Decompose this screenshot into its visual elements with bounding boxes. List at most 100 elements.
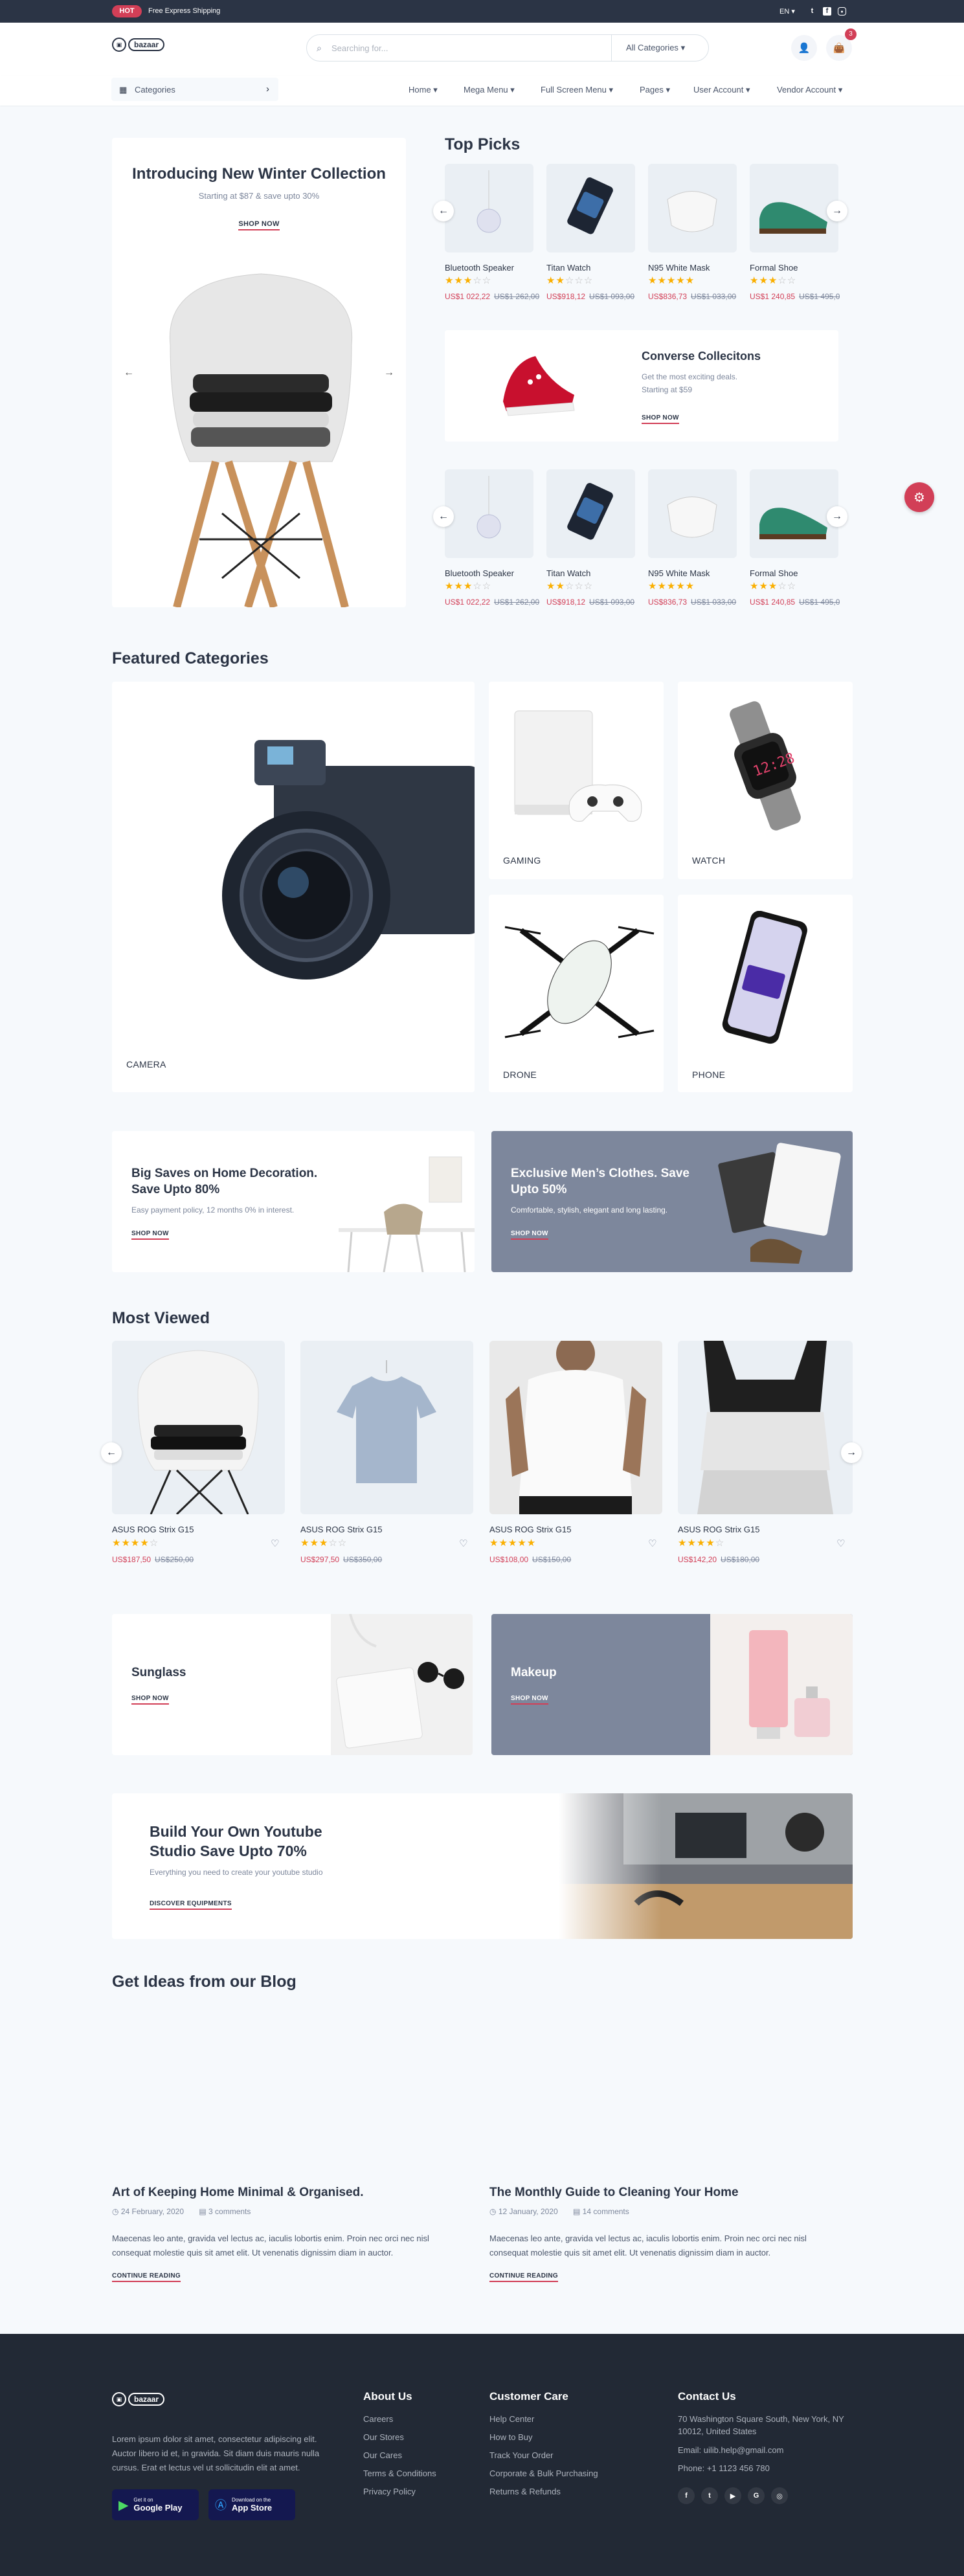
nav-user-account[interactable]: User Account ▾ [693, 85, 750, 95]
product-image[interactable] [750, 164, 838, 252]
footer-link[interactable]: Corporate & Bulk Purchasing [489, 2469, 598, 2478]
product-image[interactable] [112, 1341, 285, 1514]
category-gaming[interactable]: GAMING [489, 682, 664, 879]
footer-link[interactable]: Privacy Policy [363, 2487, 416, 2496]
footer-link[interactable]: Terms & Conditions [363, 2469, 436, 2478]
blog-post-meta: ◷ 12 January, 2020 ▤ 14 comments [489, 2207, 629, 2216]
product-image[interactable] [750, 469, 838, 558]
blog-post-title[interactable]: Art of Keeping Home Minimal & Organised. [112, 2186, 364, 2200]
category-drone[interactable]: DRONE [489, 895, 664, 1092]
facebook-icon[interactable]: f [678, 2487, 695, 2504]
footer-link[interactable]: Our Stores [363, 2432, 404, 2442]
rating-stars: ★★☆☆☆ [546, 581, 594, 592]
top-picks-prev-arrow[interactable]: ← [433, 201, 454, 221]
product-name[interactable]: ASUS ROG Strix G15 [678, 1525, 759, 1534]
nav-full-screen-menu[interactable]: Full Screen Menu ▾ [541, 85, 613, 95]
product-name[interactable]: N95 White Mask [648, 568, 710, 578]
instagram-icon[interactable]: ◎ [771, 2487, 788, 2504]
heart-icon[interactable]: ♡ [836, 1538, 845, 1549]
heart-icon[interactable]: ♡ [459, 1538, 467, 1549]
makeup-shop-now[interactable]: SHOP NOW [511, 1692, 548, 1705]
category-camera[interactable]: CAMERA [112, 682, 475, 1092]
category-watch[interactable]: 12:28 WATCH [678, 682, 853, 879]
price-old: US$1 093,00 [589, 598, 635, 607]
product-name[interactable]: ASUS ROG Strix G15 [300, 1525, 382, 1534]
converse-shop-now[interactable]: SHOP NOW [642, 411, 679, 424]
top-picks-title: Top Picks [445, 135, 521, 153]
product-name[interactable]: N95 White Mask [648, 263, 710, 273]
product-image[interactable] [445, 164, 533, 252]
product-image[interactable] [648, 164, 737, 252]
product-image[interactable] [489, 1341, 662, 1514]
continue-reading-link[interactable]: CONTINUE READING [112, 2269, 181, 2282]
hero-prev-arrow[interactable]: ← [124, 367, 134, 379]
home-decoration-shop-now[interactable]: SHOP NOW [131, 1227, 169, 1240]
google-icon[interactable]: G [748, 2487, 765, 2504]
mens-clothes-shop-now-label: SHOP NOW [511, 1230, 548, 1240]
most-viewed-next-arrow[interactable]: → [841, 1442, 862, 1463]
continue-reading-link[interactable]: CONTINUE READING [489, 2269, 558, 2282]
nav-vendor-account[interactable]: Vendor Account ▾ [777, 85, 842, 95]
hero-shop-now[interactable]: SHOP NOW [112, 218, 406, 230]
nav-home[interactable]: Home ▾ [409, 85, 438, 95]
product-name[interactable]: ASUS ROG Strix G15 [489, 1525, 571, 1534]
home-decoration-title: Big Saves on Home Decoration. Save Upto … [131, 1167, 318, 1196]
product-image[interactable] [678, 1341, 853, 1514]
mens-clothes-shop-now[interactable]: SHOP NOW [511, 1227, 548, 1240]
product-name[interactable]: Bluetooth Speaker [445, 568, 514, 578]
sunglass-shop-now[interactable]: SHOP NOW [131, 1692, 169, 1705]
search-input[interactable]: Searching for... [331, 43, 388, 53]
google-play-button[interactable]: ▶ Get it on Google Play [112, 2489, 199, 2520]
top-picks-next-arrow[interactable]: → [827, 201, 847, 221]
product-name[interactable]: Titan Watch [546, 568, 590, 578]
footer-address: 70 Washington Square South, New York, NY… [678, 2414, 844, 2436]
most-viewed-prev-arrow[interactable]: ← [101, 1442, 122, 1463]
product-name[interactable]: Formal Shoe [750, 263, 798, 273]
footer-logo[interactable]: ▣ bazaar [112, 2392, 165, 2406]
app-store-button[interactable]: Ⓐ Download on the App Store [208, 2489, 295, 2520]
search-category-select[interactable]: All Categories ▾ [611, 35, 708, 61]
footer-link[interactable]: Careers [363, 2414, 393, 2424]
product-image[interactable] [648, 469, 737, 558]
nav-mega-menu[interactable]: Mega Menu ▾ [464, 85, 515, 95]
twitter-icon[interactable]: t [701, 2487, 718, 2504]
product-image[interactable] [445, 469, 533, 558]
nav-pages[interactable]: Pages ▾ [640, 85, 670, 95]
heart-icon[interactable]: ♡ [271, 1538, 279, 1549]
footer-link[interactable]: Our Cares [363, 2450, 402, 2460]
studio-discover-equipments[interactable]: DISCOVER EQUIPMENTS [150, 1897, 232, 1910]
google-play-icon: ▶ [118, 2498, 129, 2513]
user-icon[interactable]: 👤 [791, 35, 817, 61]
youtube-icon[interactable]: ▶ [724, 2487, 741, 2504]
cart-count-badge: 3 [845, 28, 857, 40]
product-name[interactable]: Formal Shoe [750, 568, 798, 578]
blog-post-comments: 14 comments [582, 2207, 629, 2216]
instagram-icon[interactable]: ● [838, 7, 846, 16]
sunglass-keyboard-image [331, 1614, 473, 1755]
settings-gear-icon[interactable]: ⚙ [904, 482, 934, 512]
logo[interactable]: ▣ bazaar [112, 38, 165, 52]
footer-email[interactable]: Email: uilib.help@gmail.com [678, 2445, 783, 2455]
hero-next-arrow[interactable]: → [384, 367, 394, 379]
heart-icon[interactable]: ♡ [648, 1538, 656, 1549]
product-name[interactable]: Titan Watch [546, 263, 590, 273]
twitter-icon[interactable]: t [808, 7, 816, 16]
product-image[interactable] [300, 1341, 473, 1514]
footer-link[interactable]: Help Center [489, 2414, 534, 2424]
facebook-icon[interactable]: f [823, 7, 831, 16]
language-selector[interactable]: EN ▾ [779, 7, 795, 16]
footer-link[interactable]: How to Buy [489, 2432, 532, 2442]
footer-link[interactable]: Returns & Refunds [489, 2487, 561, 2496]
product-image[interactable] [546, 164, 635, 252]
product-name[interactable]: ASUS ROG Strix G15 [112, 1525, 194, 1534]
top-picks-next-arrow[interactable]: → [827, 506, 847, 527]
product-image[interactable] [546, 469, 635, 558]
categories-button[interactable]: ▦ Categories › [111, 78, 278, 101]
top-picks-prev-arrow[interactable]: ← [433, 506, 454, 527]
footer-link[interactable]: Track Your Order [489, 2450, 554, 2460]
price-old: US$350,00 [343, 1555, 383, 1564]
category-phone[interactable]: PHONE [678, 895, 853, 1092]
product-name[interactable]: Bluetooth Speaker [445, 263, 514, 273]
product-price: US$1 240,85US$1 495,00 [750, 596, 840, 608]
blog-post-title[interactable]: The Monthly Guide to Cleaning Your Home [489, 2186, 739, 2200]
